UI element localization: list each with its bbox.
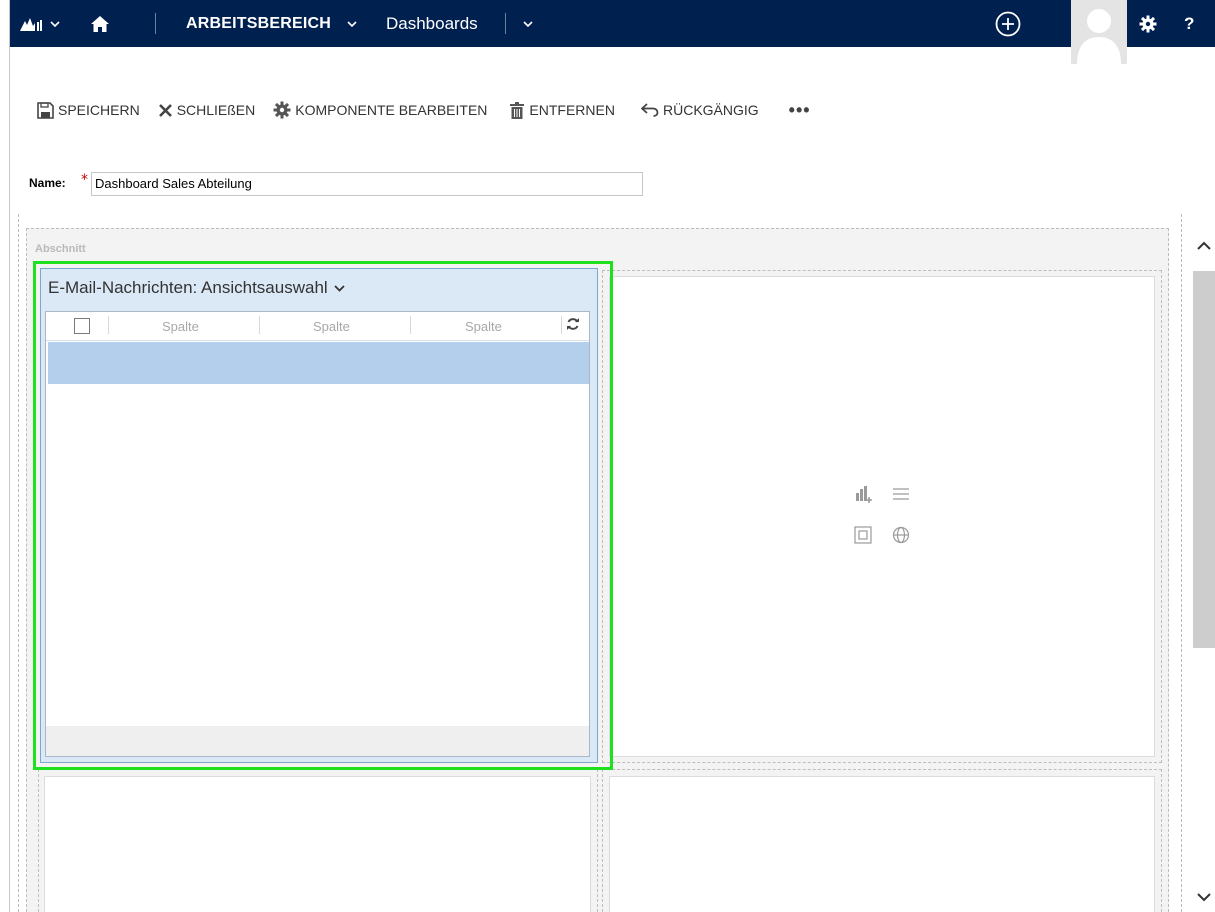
more-commands-button[interactable]: •••: [789, 100, 811, 121]
column-header[interactable]: Spalte: [465, 319, 502, 334]
chevron-down-icon[interactable]: [50, 0, 60, 47]
add-list-icon[interactable]: [892, 486, 910, 502]
workspace-menu[interactable]: ARBEITSBEREICH: [186, 0, 331, 47]
edit-component-label: KOMPONENTE BEARBEITEN: [295, 102, 488, 118]
frame-border-left: [9, 0, 10, 912]
empty-component-bottom-right[interactable]: [609, 776, 1155, 912]
grid-footer: [46, 726, 589, 756]
home-icon[interactable]: [90, 0, 110, 47]
close-button[interactable]: SCHLIEßEN: [158, 102, 256, 118]
name-field-label: Name:: [29, 176, 66, 190]
gear-icon: [273, 101, 291, 119]
refresh-icon[interactable]: [566, 316, 580, 335]
dynamics-logo-icon[interactable]: [20, 0, 42, 47]
remove-button[interactable]: ENTFERNEN: [509, 101, 615, 119]
top-navigation-bar: ARBEITSBEREICH Dashboards: [10, 0, 1215, 47]
new-plus-icon[interactable]: [995, 0, 1021, 47]
insert-component-icons: [854, 484, 914, 548]
column-divider: [108, 316, 109, 334]
add-chart-icon[interactable]: [854, 484, 874, 504]
canvas-border-left: [18, 214, 19, 912]
scroll-up-arrow-icon[interactable]: [1196, 236, 1212, 255]
close-label: SCHLIEßEN: [176, 102, 256, 118]
column-header[interactable]: Spalte: [313, 319, 350, 334]
table-row-selected[interactable]: [48, 342, 589, 384]
chevron-down-icon: [334, 281, 345, 295]
close-icon: [158, 103, 172, 117]
undo-label: RÜCKGÄNGIG: [662, 102, 759, 118]
trash-icon: [510, 101, 525, 119]
undo-icon: [640, 103, 659, 117]
canvas-border-right: [1181, 214, 1182, 912]
grid-header: Spalte Spalte Spalte: [46, 312, 589, 341]
add-web-resource-icon[interactable]: [892, 526, 910, 544]
settings-gear-icon[interactable]: [1139, 0, 1157, 47]
column-divider: [259, 316, 260, 334]
command-bar: SPEICHERN SCHLIEßEN KOMPONENTE BEARBEITE…: [37, 97, 811, 123]
empty-component-bottom-left[interactable]: [44, 776, 591, 912]
user-avatar-icon[interactable]: [1071, 0, 1127, 64]
save-button[interactable]: SPEICHERN: [37, 101, 140, 119]
select-all-checkbox[interactable]: [74, 318, 90, 334]
dashboard-name-input[interactable]: Dashboard Sales Abteilung: [91, 172, 643, 196]
view-selector-label: E-Mail-Nachrichten: Ansichtsauswahl: [48, 278, 328, 297]
column-header[interactable]: Spalte: [162, 319, 199, 334]
edit-component-button[interactable]: KOMPONENTE BEARBEITEN: [273, 101, 487, 119]
save-label: SPEICHERN: [58, 102, 140, 118]
records-grid: Spalte Spalte Spalte: [45, 311, 590, 757]
remove-label: ENTFERNEN: [529, 102, 615, 118]
area-breadcrumb-dashboards[interactable]: Dashboards: [386, 0, 478, 47]
scroll-down-arrow-icon[interactable]: [1196, 887, 1212, 906]
view-selector[interactable]: E-Mail-Nachrichten: Ansichtsauswahl: [48, 278, 345, 298]
nav-separator: [155, 13, 156, 34]
scrollbar-thumb[interactable]: [1193, 271, 1215, 648]
column-divider: [410, 316, 411, 334]
undo-button[interactable]: RÜCKGÄNGIG: [640, 102, 759, 118]
dashboards-chevron-icon[interactable]: [523, 0, 533, 47]
save-icon: [37, 101, 54, 119]
column-divider: [561, 316, 562, 334]
nav-separator: [505, 13, 506, 34]
add-iframe-icon[interactable]: [854, 526, 872, 544]
help-button[interactable]: ?: [1184, 0, 1194, 47]
nav-right-group: ?: [1127, 0, 1215, 47]
workspace-chevron-icon[interactable]: [347, 0, 357, 47]
required-indicator: *: [81, 172, 88, 188]
section-label: Abschnitt: [35, 243, 86, 255]
